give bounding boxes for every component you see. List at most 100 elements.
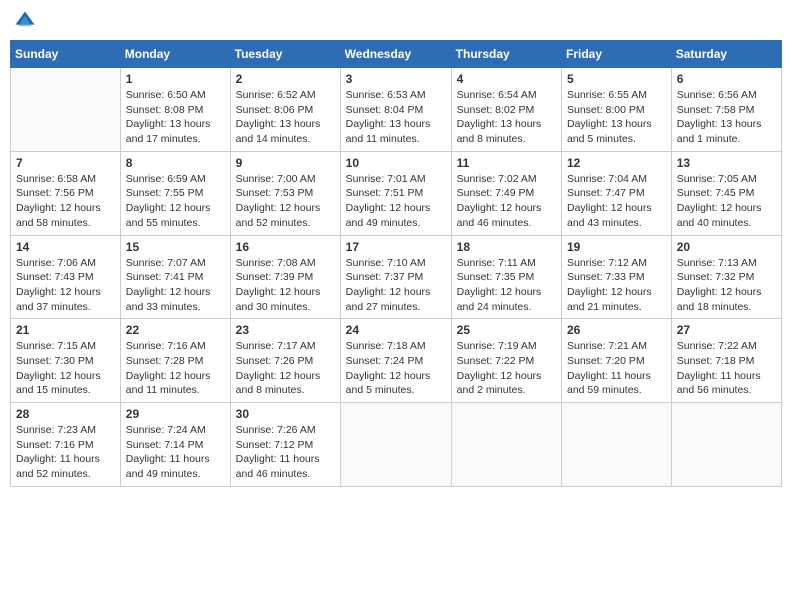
calendar-cell: 13 Sunrise: 7:05 AM Sunset: 7:45 PM Dayli… xyxy=(671,151,781,235)
day-info: Sunrise: 7:08 AM Sunset: 7:39 PM Dayligh… xyxy=(236,256,335,315)
calendar-week-row-1: 1Sunrise: 6:50 AM Sunset: 8:08 PM Daylig… xyxy=(11,68,782,152)
calendar-cell: 26 Sunrise: 7:21 AM Sunset: 7:20 PM Dayli… xyxy=(562,319,672,403)
day-number: 26 xyxy=(567,323,666,337)
calendar-cell: 14 Sunrise: 7:06 AM Sunset: 7:43 PM Dayli… xyxy=(11,235,121,319)
day-info: Sunrise: 7:10 AM Sunset: 7:37 PM Dayligh… xyxy=(346,256,446,315)
day-number: 15 xyxy=(126,240,225,254)
day-number: 21 xyxy=(16,323,115,337)
calendar-table: SundayMondayTuesdayWednesdayThursdayFrid… xyxy=(10,40,782,487)
calendar-cell: 22 Sunrise: 7:16 AM Sunset: 7:28 PM Dayli… xyxy=(120,319,230,403)
day-info: Sunrise: 7:23 AM Sunset: 7:16 PM Dayligh… xyxy=(16,423,115,482)
day-info: Sunrise: 6:52 AM Sunset: 8:06 PM Dayligh… xyxy=(236,88,335,147)
calendar-cell: 23 Sunrise: 7:17 AM Sunset: 7:26 PM Dayli… xyxy=(230,319,340,403)
calendar-cell: 12 Sunrise: 7:04 AM Sunset: 7:47 PM Dayli… xyxy=(562,151,672,235)
day-info: Sunrise: 6:54 AM Sunset: 8:02 PM Dayligh… xyxy=(457,88,556,147)
calendar-cell: 1Sunrise: 6:50 AM Sunset: 8:08 PM Daylig… xyxy=(120,68,230,152)
calendar-cell: 5 Sunrise: 6:55 AM Sunset: 8:00 PM Daylig… xyxy=(562,68,672,152)
day-info: Sunrise: 7:04 AM Sunset: 7:47 PM Dayligh… xyxy=(567,172,666,231)
calendar-cell: 9 Sunrise: 7:00 AM Sunset: 7:53 PM Daylig… xyxy=(230,151,340,235)
day-number: 30 xyxy=(236,407,335,421)
calendar-cell: 19 Sunrise: 7:12 AM Sunset: 7:33 PM Dayli… xyxy=(562,235,672,319)
day-number: 2 xyxy=(236,72,335,86)
day-number: 18 xyxy=(457,240,556,254)
weekday-header-row: SundayMondayTuesdayWednesdayThursdayFrid… xyxy=(11,41,782,68)
weekday-header-monday: Monday xyxy=(120,41,230,68)
calendar-cell xyxy=(340,403,451,487)
day-info: Sunrise: 6:56 AM Sunset: 7:58 PM Dayligh… xyxy=(677,88,776,147)
weekday-header-friday: Friday xyxy=(562,41,672,68)
day-number: 22 xyxy=(126,323,225,337)
day-number: 7 xyxy=(16,156,115,170)
day-number: 16 xyxy=(236,240,335,254)
day-info: Sunrise: 7:00 AM Sunset: 7:53 PM Dayligh… xyxy=(236,172,335,231)
calendar-cell: 20 Sunrise: 7:13 AM Sunset: 7:32 PM Dayli… xyxy=(671,235,781,319)
day-info: Sunrise: 7:11 AM Sunset: 7:35 PM Dayligh… xyxy=(457,256,556,315)
day-info: Sunrise: 6:55 AM Sunset: 8:00 PM Dayligh… xyxy=(567,88,666,147)
day-info: Sunrise: 7:16 AM Sunset: 7:28 PM Dayligh… xyxy=(126,339,225,398)
day-number: 13 xyxy=(677,156,776,170)
logo xyxy=(14,10,40,32)
day-info: Sunrise: 7:22 AM Sunset: 7:18 PM Dayligh… xyxy=(677,339,776,398)
day-number: 23 xyxy=(236,323,335,337)
day-info: Sunrise: 7:17 AM Sunset: 7:26 PM Dayligh… xyxy=(236,339,335,398)
day-number: 14 xyxy=(16,240,115,254)
day-info: Sunrise: 7:19 AM Sunset: 7:22 PM Dayligh… xyxy=(457,339,556,398)
calendar-cell: 17Sunrise: 7:10 AM Sunset: 7:37 PM Dayli… xyxy=(340,235,451,319)
calendar-cell: 10Sunrise: 7:01 AM Sunset: 7:51 PM Dayli… xyxy=(340,151,451,235)
day-info: Sunrise: 7:07 AM Sunset: 7:41 PM Dayligh… xyxy=(126,256,225,315)
day-info: Sunrise: 7:13 AM Sunset: 7:32 PM Dayligh… xyxy=(677,256,776,315)
day-info: Sunrise: 6:53 AM Sunset: 8:04 PM Dayligh… xyxy=(346,88,446,147)
calendar-cell: 24 Sunrise: 7:18 AM Sunset: 7:24 PM Dayli… xyxy=(340,319,451,403)
day-info: Sunrise: 7:12 AM Sunset: 7:33 PM Dayligh… xyxy=(567,256,666,315)
calendar-week-row-2: 7 Sunrise: 6:58 AM Sunset: 7:56 PM Daylig… xyxy=(11,151,782,235)
day-info: Sunrise: 7:18 AM Sunset: 7:24 PM Dayligh… xyxy=(346,339,446,398)
day-number: 3 xyxy=(346,72,446,86)
day-number: 5 xyxy=(567,72,666,86)
day-number: 29 xyxy=(126,407,225,421)
day-info: Sunrise: 6:59 AM Sunset: 7:55 PM Dayligh… xyxy=(126,172,225,231)
day-number: 6 xyxy=(677,72,776,86)
day-number: 28 xyxy=(16,407,115,421)
calendar-cell xyxy=(451,403,561,487)
calendar-cell xyxy=(11,68,121,152)
day-number: 12 xyxy=(567,156,666,170)
day-number: 9 xyxy=(236,156,335,170)
day-info: Sunrise: 6:58 AM Sunset: 7:56 PM Dayligh… xyxy=(16,172,115,231)
day-info: Sunrise: 7:02 AM Sunset: 7:49 PM Dayligh… xyxy=(457,172,556,231)
calendar-cell: 16 Sunrise: 7:08 AM Sunset: 7:39 PM Dayli… xyxy=(230,235,340,319)
calendar-cell: 7 Sunrise: 6:58 AM Sunset: 7:56 PM Daylig… xyxy=(11,151,121,235)
day-info: Sunrise: 7:05 AM Sunset: 7:45 PM Dayligh… xyxy=(677,172,776,231)
day-info: Sunrise: 7:15 AM Sunset: 7:30 PM Dayligh… xyxy=(16,339,115,398)
day-info: Sunrise: 7:24 AM Sunset: 7:14 PM Dayligh… xyxy=(126,423,225,482)
calendar-week-row-5: 28 Sunrise: 7:23 AM Sunset: 7:16 PM Dayli… xyxy=(11,403,782,487)
calendar-cell: 8 Sunrise: 6:59 AM Sunset: 7:55 PM Daylig… xyxy=(120,151,230,235)
day-number: 24 xyxy=(346,323,446,337)
calendar-cell xyxy=(562,403,672,487)
day-info: Sunrise: 7:26 AM Sunset: 7:12 PM Dayligh… xyxy=(236,423,335,482)
weekday-header-tuesday: Tuesday xyxy=(230,41,340,68)
day-number: 20 xyxy=(677,240,776,254)
calendar-cell: 28 Sunrise: 7:23 AM Sunset: 7:16 PM Dayli… xyxy=(11,403,121,487)
day-info: Sunrise: 7:06 AM Sunset: 7:43 PM Dayligh… xyxy=(16,256,115,315)
weekday-header-saturday: Saturday xyxy=(671,41,781,68)
day-number: 25 xyxy=(457,323,556,337)
day-number: 4 xyxy=(457,72,556,86)
calendar-cell xyxy=(671,403,781,487)
day-number: 8 xyxy=(126,156,225,170)
calendar-cell: 2 Sunrise: 6:52 AM Sunset: 8:06 PM Daylig… xyxy=(230,68,340,152)
calendar-cell: 30 Sunrise: 7:26 AM Sunset: 7:12 PM Dayli… xyxy=(230,403,340,487)
calendar-cell: 4 Sunrise: 6:54 AM Sunset: 8:02 PM Daylig… xyxy=(451,68,561,152)
calendar-cell: 3 Sunrise: 6:53 AM Sunset: 8:04 PM Daylig… xyxy=(340,68,451,152)
day-info: Sunrise: 7:21 AM Sunset: 7:20 PM Dayligh… xyxy=(567,339,666,398)
day-number: 10 xyxy=(346,156,446,170)
calendar-cell: 15 Sunrise: 7:07 AM Sunset: 7:41 PM Dayli… xyxy=(120,235,230,319)
calendar-week-row-4: 21 Sunrise: 7:15 AM Sunset: 7:30 PM Dayli… xyxy=(11,319,782,403)
weekday-header-sunday: Sunday xyxy=(11,41,121,68)
day-number: 11 xyxy=(457,156,556,170)
day-number: 27 xyxy=(677,323,776,337)
calendar-cell: 27 Sunrise: 7:22 AM Sunset: 7:18 PM Dayli… xyxy=(671,319,781,403)
day-number: 19 xyxy=(567,240,666,254)
weekday-header-thursday: Thursday xyxy=(451,41,561,68)
calendar-cell: 11 Sunrise: 7:02 AM Sunset: 7:49 PM Dayli… xyxy=(451,151,561,235)
calendar-week-row-3: 14 Sunrise: 7:06 AM Sunset: 7:43 PM Dayli… xyxy=(11,235,782,319)
